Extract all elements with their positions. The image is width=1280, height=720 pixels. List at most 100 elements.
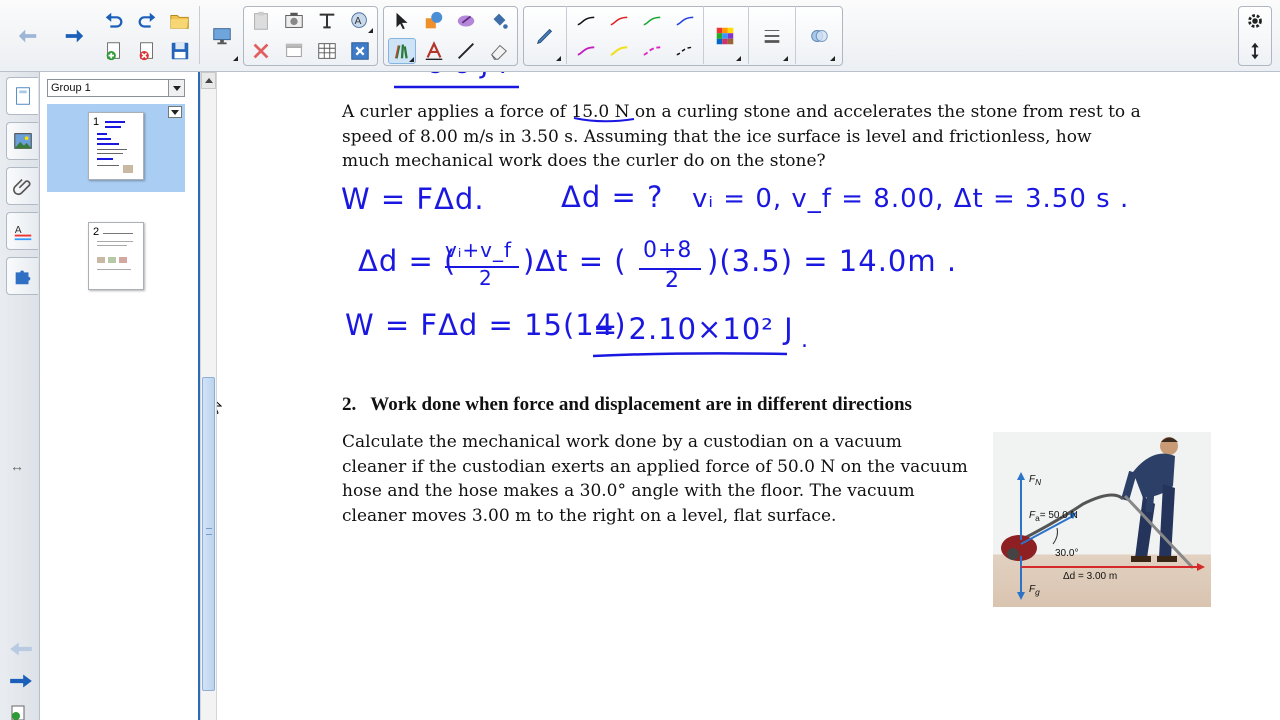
delete-page-icon bbox=[139, 42, 153, 61]
shapes-tool-button[interactable] bbox=[420, 8, 448, 34]
redo-button[interactable] bbox=[133, 8, 161, 34]
ink-displacement-unknown: Δd = ? bbox=[561, 180, 664, 214]
properties-tab[interactable]: A bbox=[6, 212, 38, 250]
svg-text:A: A bbox=[14, 225, 21, 236]
pen-tool-button[interactable] bbox=[528, 10, 562, 62]
next-page-button[interactable] bbox=[57, 10, 91, 62]
ink-text: = 8 8 J . bbox=[395, 72, 508, 80]
displacement-label: Δd = 3.00 m bbox=[1063, 571, 1118, 582]
fill-tool-button[interactable] bbox=[485, 8, 513, 34]
eraser-tool-button[interactable] bbox=[485, 38, 513, 64]
settings-button[interactable] bbox=[1241, 8, 1269, 34]
move-toolbar-button[interactable] bbox=[1241, 38, 1269, 64]
dropdown-indicator bbox=[830, 56, 835, 61]
previous-page-button[interactable] bbox=[11, 10, 45, 62]
add-page-icon[interactable] bbox=[8, 704, 28, 720]
pen-style-red[interactable] bbox=[605, 8, 633, 34]
pen-icon bbox=[536, 28, 553, 45]
ink-given-values: vᵢ = 0, v_f = 8.00, Δt = 3.50 s . bbox=[692, 184, 1130, 214]
paste-button[interactable] bbox=[247, 8, 275, 34]
back-arrow-icon bbox=[18, 29, 37, 43]
label-subscript: N bbox=[1035, 477, 1042, 487]
open-file-button[interactable] bbox=[166, 8, 194, 34]
delete-page-button[interactable] bbox=[133, 38, 161, 64]
undo-button[interactable] bbox=[100, 8, 128, 34]
notebook-page-canvas[interactable]: = 8 8 J . A curler applies a force of 15… bbox=[217, 72, 1280, 720]
line-icon bbox=[458, 43, 474, 59]
magic-pen-button[interactable] bbox=[452, 8, 480, 34]
gear-icon bbox=[1248, 14, 1262, 28]
pen-style-black[interactable] bbox=[572, 8, 600, 34]
screen-shade-icon bbox=[213, 28, 231, 45]
paperclip-icon bbox=[12, 178, 30, 196]
toolbar-separator bbox=[748, 6, 749, 64]
text-line: speed of 8.00 m/s in 3.50 s. Assuming th… bbox=[342, 126, 1092, 147]
spell-check-button[interactable]: A bbox=[346, 8, 374, 34]
attachments-tab[interactable] bbox=[6, 167, 38, 205]
gravity-force-label: Fg bbox=[1029, 584, 1040, 597]
pen-stroke-green-icon bbox=[643, 16, 661, 26]
screen-capture-button[interactable] bbox=[280, 8, 308, 34]
vacuum-cleaner-figure[interactable]: FN Fa= 50.0 N 30.0° Δd = 3.00 m Fg bbox=[993, 432, 1211, 607]
chevron-down-icon bbox=[168, 80, 184, 96]
page-sorter-tab[interactable] bbox=[6, 77, 38, 115]
text-line: A curler applies a force of 15.0 N on a … bbox=[342, 102, 1141, 122]
text-icon bbox=[425, 41, 443, 60]
ink-fraction2-numerator: 0+8 bbox=[643, 238, 693, 263]
pen-style-magenta-dash[interactable] bbox=[638, 38, 666, 64]
ink-fraction-denominator: 2 bbox=[479, 266, 493, 290]
scroll-up-button[interactable] bbox=[201, 72, 216, 89]
line-style-button[interactable] bbox=[755, 10, 789, 62]
pen-style-purple[interactable] bbox=[572, 38, 600, 64]
save-button[interactable] bbox=[166, 38, 194, 64]
line-tool-button[interactable] bbox=[452, 38, 480, 64]
group-dropdown[interactable]: Group 1 bbox=[47, 79, 185, 97]
next-page-arrow-icon[interactable] bbox=[8, 672, 34, 695]
page-thumbnail-1[interactable]: 1 bbox=[47, 104, 185, 192]
properties-button[interactable] bbox=[802, 10, 836, 62]
add-page-button[interactable] bbox=[100, 38, 128, 64]
previous-page-arrow-icon[interactable] bbox=[8, 640, 34, 663]
pen-stroke-purple-icon bbox=[577, 46, 595, 56]
dropdown-indicator bbox=[368, 28, 373, 33]
ink-displacement-formula-start: Δd = ( bbox=[358, 244, 457, 278]
pen-style-yellow[interactable] bbox=[605, 38, 633, 64]
page-sorter-icon bbox=[15, 87, 30, 105]
addons-tab[interactable] bbox=[6, 257, 38, 295]
select-tool-button[interactable] bbox=[388, 8, 416, 34]
text-mode-button[interactable] bbox=[313, 8, 341, 34]
resize-handle-icon[interactable]: ↔ bbox=[10, 458, 24, 474]
close-button[interactable] bbox=[346, 38, 374, 64]
text-line: hose and the hose makes a 30.0° angle wi… bbox=[342, 481, 915, 501]
screen-shade-button[interactable] bbox=[205, 10, 239, 62]
ink-displacement-result: )(3.5) = 14.0m . bbox=[707, 244, 958, 278]
show-hide-screen-button[interactable] bbox=[280, 38, 308, 64]
scroll-thumb[interactable] bbox=[202, 377, 215, 691]
label-subscript: g bbox=[1035, 587, 1040, 597]
dropdown-indicator bbox=[736, 56, 741, 61]
ink-work-calculation: W = FΔd = 15(14) bbox=[345, 308, 627, 342]
vertical-scrollbar[interactable] bbox=[200, 72, 217, 720]
text-tool-button[interactable] bbox=[420, 38, 448, 64]
delete-button[interactable] bbox=[247, 38, 275, 64]
page-preview: 1 bbox=[88, 112, 144, 180]
pen-style-black-dash[interactable] bbox=[671, 38, 699, 64]
dropdown-indicator bbox=[233, 56, 238, 61]
pen-stroke-dashed-icon bbox=[643, 46, 661, 56]
insert-table-button[interactable] bbox=[313, 38, 341, 64]
shape-icon bbox=[425, 11, 443, 29]
color-palette-button[interactable] bbox=[708, 10, 742, 62]
label-value: = 50.0 N bbox=[1039, 510, 1078, 521]
toolbar-separator bbox=[795, 6, 796, 64]
table-icon bbox=[318, 43, 336, 59]
page-thumbnail-2[interactable]: 2 bbox=[47, 214, 185, 302]
gallery-tab[interactable] bbox=[6, 122, 38, 160]
pen-style-blue[interactable] bbox=[671, 8, 699, 34]
add-page-icon bbox=[106, 42, 120, 61]
pen-style-green[interactable] bbox=[638, 8, 666, 34]
creative-pen-button[interactable] bbox=[388, 38, 416, 64]
move-toolbar-icon bbox=[1251, 42, 1259, 60]
thumbnail-menu-icon[interactable] bbox=[168, 106, 182, 118]
screenshot-icon bbox=[285, 12, 303, 28]
section-number: 2. bbox=[342, 394, 357, 415]
